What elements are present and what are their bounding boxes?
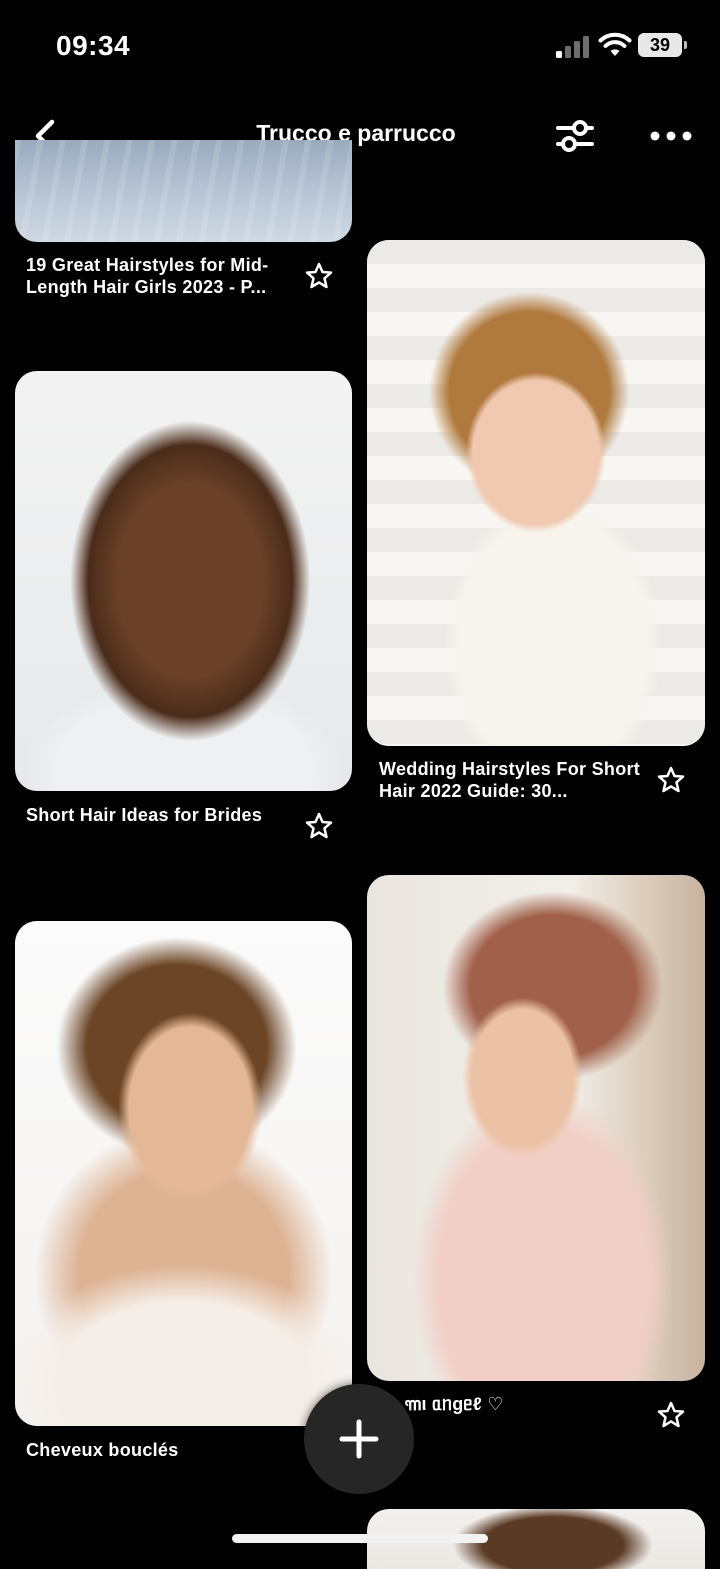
- pin-caption[interactable]: ᥒᥲ ꧑ι ᥲᥒgᥱℓ ♡: [379, 1393, 647, 1415]
- pin-image-wedding-short-hair[interactable]: [367, 240, 705, 746]
- star-icon[interactable]: [304, 811, 334, 841]
- battery-icon: 39: [638, 33, 687, 57]
- filter-sliders-icon[interactable]: [552, 114, 598, 158]
- star-icon[interactable]: [656, 765, 686, 795]
- pin-caption[interactable]: Wedding Hairstyles For Short Hair 2022 G…: [379, 758, 647, 802]
- plus-icon: [339, 1419, 379, 1459]
- pin-image-cheveux-boucles[interactable]: [15, 921, 352, 1426]
- home-indicator[interactable]: [232, 1534, 488, 1543]
- pin-caption[interactable]: 19 Great Hairstyles for Mid-Length Hair …: [26, 254, 294, 298]
- create-button[interactable]: [304, 1384, 414, 1494]
- pin-image-short-hair-brides[interactable]: [15, 371, 352, 791]
- star-icon[interactable]: [656, 1400, 686, 1430]
- pin-caption[interactable]: Cheveux bouclés: [26, 1439, 294, 1461]
- battery-level: 39: [649, 35, 671, 55]
- status-time: 09:34: [56, 30, 131, 61]
- star-icon[interactable]: [304, 261, 334, 291]
- cell-signal-icon: [556, 36, 589, 58]
- pin-caption[interactable]: Short Hair Ideas for Brides: [26, 804, 294, 826]
- status-bar: 09:34 39: [0, 0, 720, 90]
- wifi-icon: [598, 32, 632, 56]
- pin-image-angel[interactable]: [367, 875, 705, 1381]
- more-dots-icon[interactable]: [648, 124, 694, 148]
- pin-image-mid-length-hairstyles[interactable]: [15, 140, 352, 242]
